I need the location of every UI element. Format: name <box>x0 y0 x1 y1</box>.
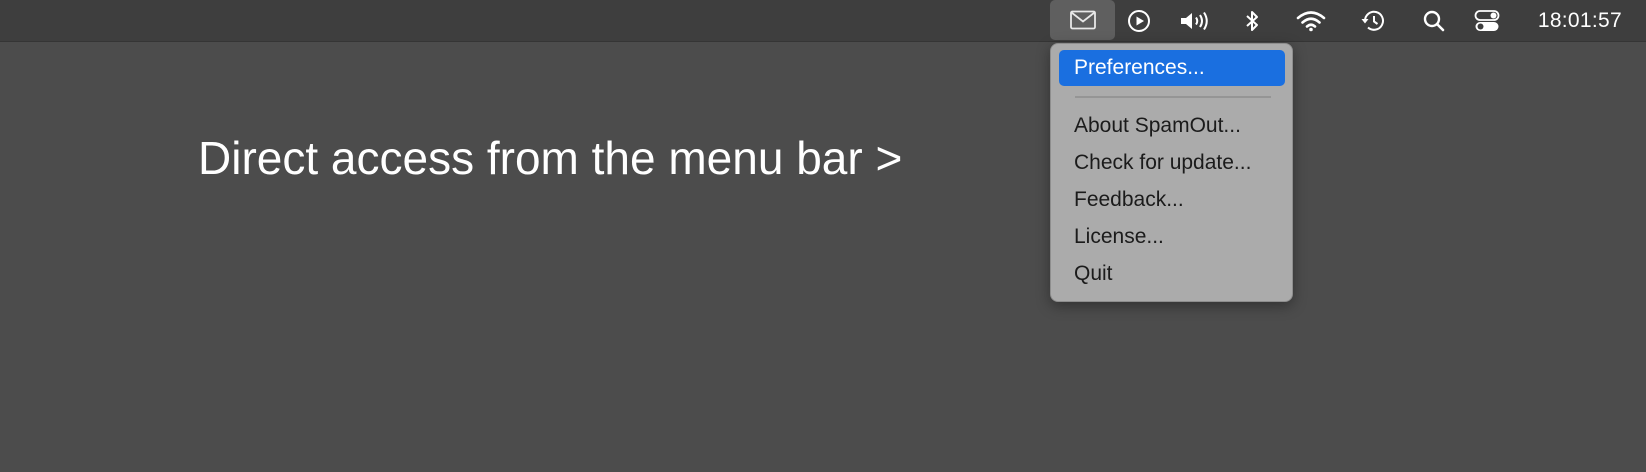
now-playing-item[interactable] <box>1124 0 1154 41</box>
menu-separator <box>1075 96 1271 98</box>
spamout-status-item[interactable] <box>1050 0 1115 40</box>
mail-icon <box>1069 10 1096 30</box>
menu-item-about[interactable]: About SpamOut... <box>1059 108 1285 144</box>
spotlight-item[interactable] <box>1420 0 1448 41</box>
control-center-icon <box>1474 9 1500 33</box>
menu-item-preferences[interactable]: Preferences... <box>1059 50 1285 86</box>
wifi-icon <box>1296 10 1326 32</box>
time-machine-item[interactable] <box>1358 0 1388 41</box>
menu-item-feedback[interactable]: Feedback... <box>1059 182 1285 218</box>
time-machine-icon <box>1360 9 1386 33</box>
control-center-item[interactable] <box>1472 0 1502 41</box>
menu-bar: 18:01:57 <box>0 0 1646 42</box>
menu-item-license[interactable]: License... <box>1059 219 1285 255</box>
play-circle-icon <box>1127 9 1151 33</box>
status-menu: Preferences... About SpamOut... Check fo… <box>1050 43 1293 302</box>
volume-item[interactable] <box>1178 0 1212 41</box>
speaker-icon <box>1179 10 1211 32</box>
headline: Direct access from the menu bar > <box>198 132 903 184</box>
search-icon <box>1422 9 1446 33</box>
menu-item-check-update[interactable]: Check for update... <box>1059 145 1285 181</box>
bluetooth-item[interactable] <box>1240 0 1264 41</box>
desktop: 18:01:57 Direct access from the menu bar… <box>0 0 1646 472</box>
wifi-item[interactable] <box>1294 0 1328 41</box>
menu-item-quit[interactable]: Quit <box>1059 256 1285 292</box>
bluetooth-icon <box>1244 9 1260 33</box>
menu-bar-clock[interactable]: 18:01:57 <box>1538 0 1622 41</box>
